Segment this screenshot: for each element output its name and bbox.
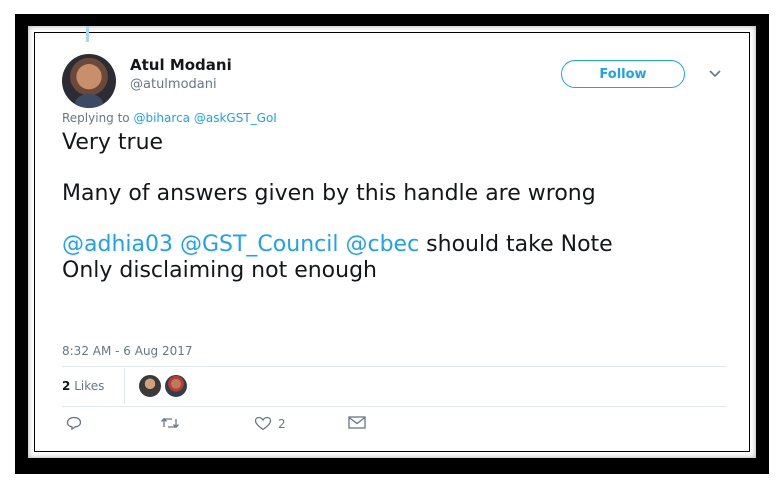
envelope-icon xyxy=(348,416,366,429)
mention-cbec[interactable]: @cbec xyxy=(345,232,419,257)
author-handle[interactable]: @atulmodani xyxy=(130,77,217,92)
reply-action[interactable] xyxy=(66,416,82,430)
tweet-line-1: Very true xyxy=(62,130,164,155)
tweet-text: Very true Many of answers given by this … xyxy=(62,130,734,283)
avatar[interactable] xyxy=(62,54,116,108)
mention-gst-council[interactable]: @GST_Council xyxy=(180,232,338,257)
image-frame: Atul Modani @atulmodani Follow Replying … xyxy=(15,14,769,474)
reply-icon xyxy=(66,416,82,430)
liker-avatar[interactable] xyxy=(138,374,162,398)
like-count: 2 xyxy=(278,416,286,431)
likes-label: Likes xyxy=(74,379,105,393)
mention-adhia03[interactable]: @adhia03 xyxy=(62,232,173,257)
heart-icon xyxy=(254,416,272,431)
retweet-action[interactable] xyxy=(160,416,180,430)
like-action[interactable]: 2 xyxy=(254,416,286,431)
likes-separator xyxy=(124,368,125,404)
tweet-line-2: Many of answers given by this handle are… xyxy=(62,181,596,206)
divider-top xyxy=(62,366,726,367)
tweet-timestamp[interactable]: 8:32 AM - 6 Aug 2017 xyxy=(62,344,193,358)
tweet-card: Atul Modani @atulmodani Follow Replying … xyxy=(26,24,758,460)
chevron-down-icon[interactable] xyxy=(708,66,722,80)
likes-number: 2 xyxy=(62,379,71,393)
replying-to: Replying to @biharca @askGST_GoI xyxy=(62,111,277,125)
divider-bottom xyxy=(62,406,726,407)
message-action[interactable] xyxy=(348,416,366,429)
tweet-line-4: Only disclaiming not enough xyxy=(62,257,377,283)
reply-mention-askgst[interactable]: @askGST_GoI xyxy=(194,111,277,125)
likes-count[interactable]: 2 Likes xyxy=(62,379,104,393)
replying-prefix: Replying to xyxy=(62,111,130,125)
liker-avatar[interactable] xyxy=(164,374,188,398)
tweet-line-3: should take Note xyxy=(426,232,613,257)
retweet-icon xyxy=(161,417,179,429)
author-name[interactable]: Atul Modani xyxy=(130,56,232,74)
follow-button[interactable]: Follow xyxy=(561,60,685,88)
thread-connector xyxy=(86,26,89,42)
reply-mention-biharca[interactable]: @biharca xyxy=(133,111,190,125)
